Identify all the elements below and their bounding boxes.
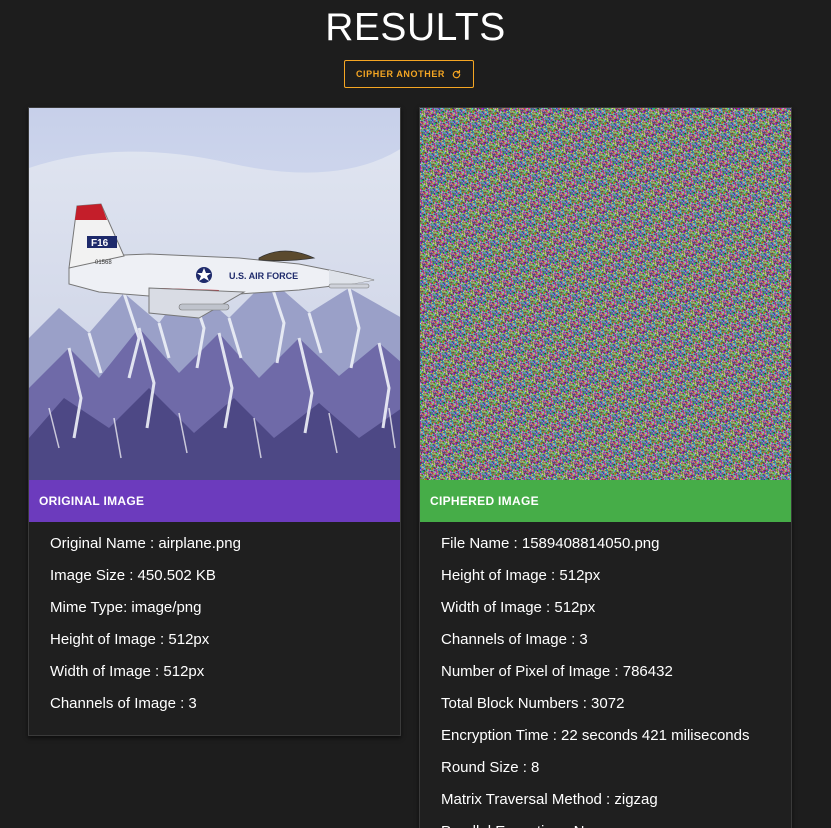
- ciphered-height: Height of Image : 512px: [441, 567, 601, 584]
- ciphered-pixel-count: Number of Pixel of Image : 786432: [441, 663, 673, 680]
- results-page: RESULTS CIPHER ANOTHER F16 01568 U.S. AI…: [0, 0, 831, 828]
- svg-text:01568: 01568: [95, 260, 112, 266]
- ciphered-encryption-time: Encryption Time : 22 seconds 421 milisec…: [441, 727, 750, 744]
- svg-text:F16: F16: [91, 238, 109, 249]
- cipher-another-button[interactable]: CIPHER ANOTHER: [344, 60, 474, 88]
- ciphered-channels: Channels of Image : 3: [441, 631, 588, 648]
- ciphered-image-card: CIPHERED IMAGE File Name : 1589408814050…: [419, 107, 792, 828]
- ciphered-round-size: Round Size : 8: [441, 759, 540, 776]
- original-image-card: F16 01568 U.S. AIR FORCE ORIGINAL IMAGE …: [28, 107, 401, 736]
- ciphered-info-list: File Name : 1589408814050.png Height of …: [420, 522, 791, 828]
- original-height: Height of Image : 512px: [50, 631, 210, 648]
- ciphered-block-numbers: Total Block Numbers : 3072: [441, 695, 625, 712]
- ciphered-parallel-execution: Parallel Execution : No: [441, 816, 791, 828]
- page-title: RESULTS: [325, 6, 506, 49]
- ciphered-traversal-method: Matrix Traversal Method : zigzag: [441, 791, 658, 808]
- ciphered-noise-image: [420, 108, 791, 480]
- cipher-another-label: CIPHER ANOTHER: [355, 69, 446, 79]
- original-info-list: Original Name : airplane.png Image Size …: [29, 522, 400, 720]
- original-name: Original Name : airplane.png: [50, 535, 241, 552]
- original-channels: Channels of Image : 3: [50, 695, 197, 712]
- ciphered-width: Width of Image : 512px: [441, 599, 596, 616]
- ciphered-image-header: CIPHERED IMAGE: [420, 480, 791, 522]
- original-image: F16 01568 U.S. AIR FORCE: [29, 108, 400, 480]
- svg-text:U.S. AIR FORCE: U.S. AIR FORCE: [229, 271, 298, 281]
- original-width: Width of Image : 512px: [50, 663, 205, 680]
- original-image-size: Image Size : 450.502 KB: [50, 567, 216, 584]
- original-mime-type: Mime Type: image/png: [50, 599, 202, 616]
- ciphered-image: [420, 108, 791, 480]
- original-image-header: ORIGINAL IMAGE: [29, 480, 400, 522]
- ciphered-file-name: File Name : 1589408814050.png: [441, 535, 660, 552]
- refresh-icon: [451, 69, 462, 80]
